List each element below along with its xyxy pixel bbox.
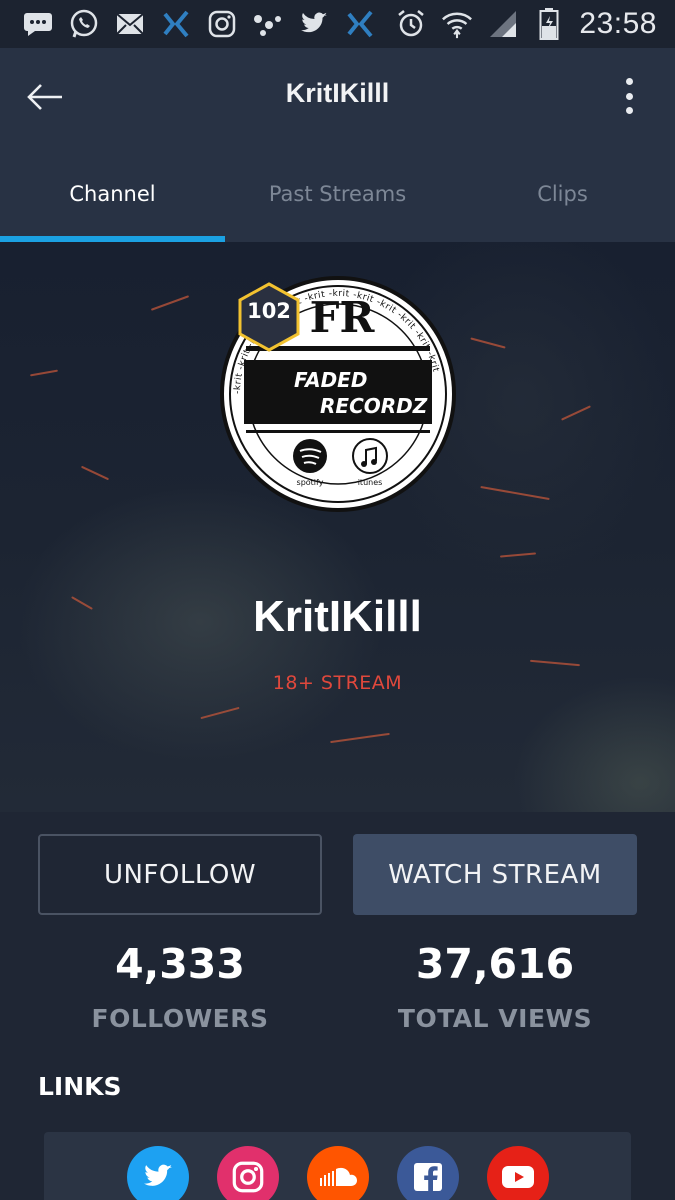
links-heading: LINKS	[38, 1072, 122, 1101]
battery-icon	[533, 8, 565, 40]
soundcloud-link[interactable]	[307, 1146, 369, 1200]
svg-text:RECORDZ: RECORDZ	[320, 394, 428, 418]
svg-text:itunes: itunes	[358, 478, 383, 487]
wifi-icon	[441, 8, 473, 40]
app-bar: KritIKilll	[0, 48, 675, 144]
level-number: 102	[247, 299, 291, 323]
instagram-icon	[232, 1161, 264, 1193]
facebook-link[interactable]	[397, 1146, 459, 1200]
twitter-icon	[144, 1164, 172, 1186]
tab-clips[interactable]: Clips	[450, 144, 675, 242]
chat-bubble-icon	[22, 8, 54, 40]
tab-past-streams[interactable]: Past Streams	[225, 144, 450, 242]
tab-bar: Channel Past Streams Clips	[0, 144, 675, 242]
total-views-count: 37,616	[415, 940, 575, 988]
followers-label: FOLLOWERS	[91, 1004, 269, 1033]
page-title: KritIKilll	[285, 78, 390, 108]
instagram-link[interactable]	[217, 1146, 279, 1200]
clock: 23:58	[579, 7, 657, 40]
channel-name: KritIKilll	[253, 592, 422, 641]
xing-icon	[344, 8, 376, 40]
mail-icon	[114, 8, 146, 40]
watch-stream-button[interactable]: WATCH STREAM	[353, 834, 637, 915]
channel-banner: -krit -krit -krit -krit -krit -krit -kri…	[0, 242, 675, 812]
alarm-icon	[395, 8, 427, 40]
signal-icon	[487, 8, 519, 40]
followers-count: 4,333	[115, 940, 245, 988]
youtube-link[interactable]	[487, 1146, 549, 1200]
xing-icon	[160, 8, 192, 40]
ember-decoration	[150, 295, 190, 311]
twitter-link[interactable]	[127, 1146, 189, 1200]
more-options-button[interactable]	[623, 78, 635, 114]
twitter-icon	[298, 8, 330, 40]
more-vert-icon	[625, 78, 633, 85]
mature-content-badge: 18+ STREAM	[272, 672, 403, 694]
svg-text:spotify: spotify	[297, 478, 324, 487]
svg-text:FADED: FADED	[294, 368, 367, 392]
instagram-icon	[206, 8, 238, 40]
status-bar: 23:58	[0, 0, 675, 48]
youtube-icon	[502, 1166, 534, 1188]
dots-app-icon	[252, 8, 284, 40]
svg-text:FR: FR	[310, 293, 376, 342]
whatsapp-icon	[68, 8, 100, 40]
soundcloud-icon	[320, 1167, 357, 1186]
tab-channel[interactable]: Channel	[0, 144, 225, 242]
unfollow-button[interactable]: UNFOLLOW	[38, 834, 322, 915]
facebook-icon	[414, 1163, 442, 1191]
total-views-label: TOTAL VIEWS	[397, 1004, 593, 1033]
